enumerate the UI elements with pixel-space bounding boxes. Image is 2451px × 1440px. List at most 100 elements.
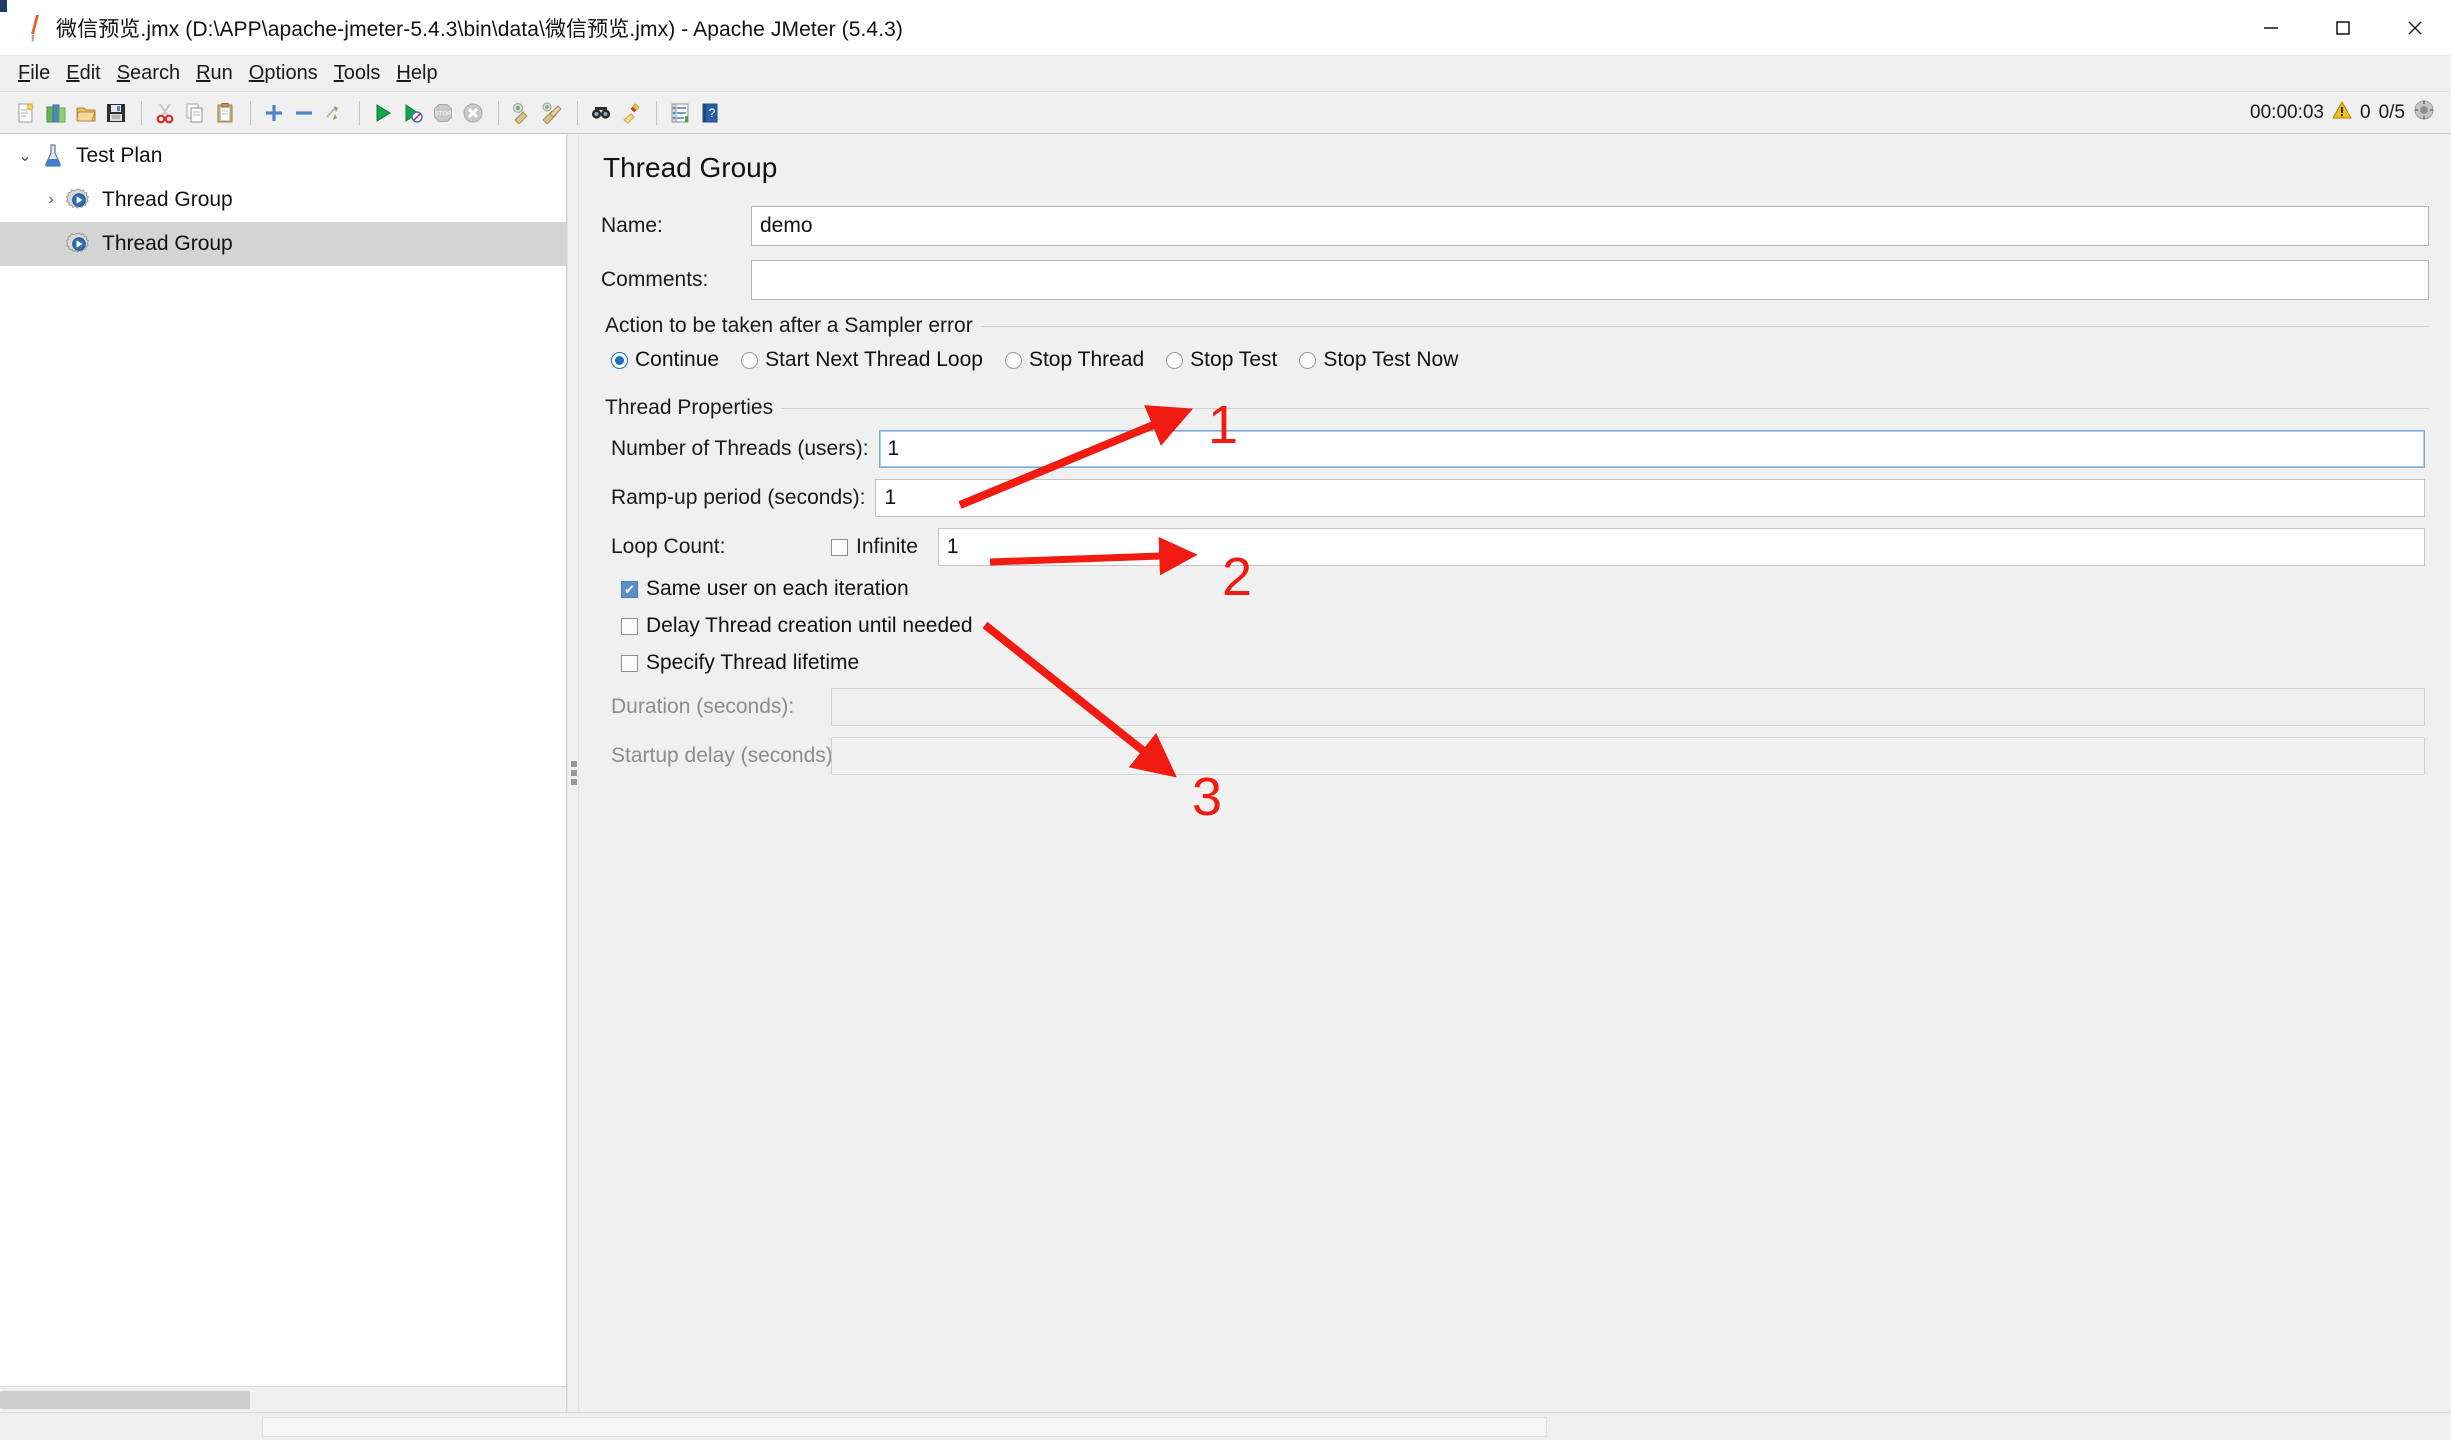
same-user-label: Same user on each iteration [646,577,909,600]
start-icon[interactable] [369,98,397,128]
elapsed-time: 00:00:03 [2250,102,2324,123]
tree-scrollbar-thumb[interactable] [0,1391,250,1409]
collapse-all-icon[interactable] [290,98,318,128]
name-input[interactable] [751,206,2429,246]
specify-lifetime-checkbox[interactable] [621,654,638,672]
radio-unselected-icon [1004,351,1022,369]
shutdown-icon[interactable] [459,98,487,128]
duration-label: Duration (seconds): [611,695,795,718]
radio-stop-test[interactable]: Stop Test [1166,348,1277,372]
menu-bar: File Edit Search Run Options Tools Help [0,56,2451,92]
radio-continue[interactable]: Continue [611,348,719,372]
tree-node-label: Thread Group [102,188,233,211]
rampup-input[interactable] [875,479,2425,517]
tree-node-label: Thread Group [102,232,233,255]
menu-edit[interactable]: Edit [58,60,108,87]
rampup-label: Ramp-up period (seconds): [611,486,866,509]
remote-status-icon[interactable] [2413,99,2435,127]
menu-tools[interactable]: Tools [326,60,389,87]
page-title: Thread Group [603,152,778,183]
sampler-error-group: Action to be taken after a Sampler error… [601,314,2429,382]
specify-lifetime-label: Specify Thread lifetime [646,651,860,674]
chevron-down-icon[interactable]: ⌄ [12,146,38,166]
search-reset-icon[interactable] [617,98,645,128]
toolbar: STOP ? 00:00:03 0 0/5 [0,92,2451,134]
tree-horizontal-scrollbar[interactable] [0,1386,566,1412]
specify-lifetime-checkbox-row[interactable]: Specify Thread lifetime [621,651,2425,675]
templates-icon[interactable] [42,98,70,128]
warning-count: 0 [2360,102,2371,123]
tree-node-test-plan[interactable]: ⌄ Test Plan [0,134,566,178]
radio-label: Stop Test Now [1323,348,1459,371]
radio-unselected-icon [741,351,759,369]
menu-file[interactable]: File [10,60,58,87]
window-title: 微信预览.jmx (D:\APP\apache-jmeter-5.4.3\bin… [56,17,903,41]
copy-icon[interactable] [181,98,209,128]
minimize-button[interactable] [2235,0,2307,56]
window-accent-stripe [0,0,7,12]
toggle-icon[interactable] [320,98,348,128]
svg-text:STOP: STOP [435,112,451,118]
startup-delay-row: Startup delay (seconds): [611,737,2425,775]
tree-node-thread-group-2[interactable]: Thread Group [0,222,566,266]
toolbar-status: 00:00:03 0 0/5 [2250,99,2435,127]
sampler-error-radio-group: Continue Start Next Thread Loop Stop Thr… [611,348,2425,372]
delay-thread-checkbox[interactable] [621,617,638,635]
menu-options[interactable]: Options [241,60,326,87]
close-button[interactable] [2379,0,2451,56]
separator-1 [141,101,142,125]
infinite-checkbox[interactable] [831,538,848,556]
window-horizontal-scrollbar[interactable] [0,1412,2451,1440]
warning-triangle-icon[interactable] [2332,100,2352,126]
same-user-checkbox[interactable] [621,580,638,598]
svg-text:?: ? [709,106,716,120]
radio-label: Stop Thread [1028,348,1145,371]
cut-icon[interactable] [151,98,179,128]
loop-count-input[interactable] [937,528,2425,566]
menu-help[interactable]: Help [388,60,445,87]
chevron-right-icon[interactable]: › [38,191,64,209]
radio-unselected-icon [1299,351,1317,369]
num-threads-label: Number of Threads (users): [611,437,869,460]
split-divider[interactable] [567,134,579,1412]
maximize-button[interactable] [2307,0,2379,56]
test-plan-tree: ⌄ Test Plan › Thread Group Thread Group [0,134,567,1412]
paste-icon[interactable] [211,98,239,128]
name-row: Name: [601,206,2429,246]
function-helper-icon[interactable] [666,98,694,128]
search-icon[interactable] [587,98,615,128]
comments-label: Comments: [601,268,709,291]
same-user-checkbox-row[interactable]: Same user on each iteration [621,577,2425,601]
start-no-pauses-icon[interactable] [399,98,427,128]
radio-label: Stop Test [1190,348,1278,371]
clear-icon[interactable] [508,98,536,128]
radio-start-next-thread-loop[interactable]: Start Next Thread Loop [741,348,983,372]
help-icon[interactable]: ? [696,98,724,128]
radio-stop-test-now[interactable]: Stop Test Now [1299,348,1458,372]
divider-grip-icon [571,761,577,785]
tree-node-thread-group-1[interactable]: › Thread Group [0,178,566,222]
num-threads-input[interactable] [878,430,2425,468]
jmeter-window: 微信预览.jmx (D:\APP\apache-jmeter-5.4.3\bin… [0,0,2451,1440]
save-icon[interactable] [102,98,130,128]
new-icon[interactable] [12,98,40,128]
window-scrollbar-thumb[interactable] [262,1417,1547,1437]
infinite-checkbox-wrap[interactable]: Infinite [831,535,928,559]
separator-3 [359,101,360,125]
open-icon[interactable] [72,98,100,128]
delay-thread-checkbox-row[interactable]: Delay Thread creation until needed [621,614,2425,638]
radio-stop-thread[interactable]: Stop Thread [1004,348,1145,372]
clear-all-icon[interactable] [538,98,566,128]
comments-input[interactable] [751,260,2429,300]
radio-unselected-icon [1166,351,1184,369]
active-threads-count: 0/5 [2378,102,2405,123]
stop-icon[interactable]: STOP [429,98,457,128]
expand-all-icon[interactable] [260,98,288,128]
delay-thread-label: Delay Thread creation until needed [646,614,973,637]
menu-search[interactable]: Search [109,60,188,87]
window-controls [2235,0,2451,56]
thread-group-panel: Thread Group Name: Comments: Action to b… [579,134,2451,1412]
separator-4 [498,101,499,125]
menu-run[interactable]: Run [188,60,241,87]
comments-row: Comments: [601,260,2429,300]
